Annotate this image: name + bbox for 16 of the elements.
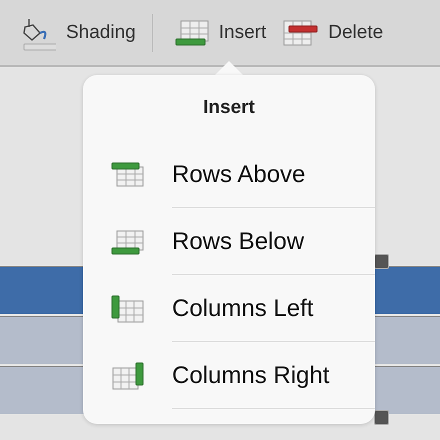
columns-left-icon: [110, 294, 144, 322]
resize-handle[interactable]: [374, 254, 389, 269]
toolbar-button[interactable]: Delete: [276, 18, 390, 46]
rows-above-icon: [110, 162, 144, 188]
columns-right-icon: [110, 362, 144, 390]
menu-item[interactable]: Rows Below: [83, 208, 375, 275]
toolbar-button[interactable]: Insert: [168, 18, 272, 46]
resize-handle[interactable]: [374, 410, 389, 425]
menu-item[interactable]: Columns Right: [83, 342, 375, 409]
popover-title: Insert: [202, 96, 256, 120]
menu-item[interactable]: Rows Above: [83, 141, 375, 208]
insert-table-icon: [174, 18, 209, 46]
menu-item[interactable]: Columns Left: [83, 275, 375, 342]
toolbar-button[interactable]: Shading: [8, 14, 142, 50]
delete-table-icon: [282, 18, 318, 46]
rows-below-icon: [110, 228, 144, 254]
